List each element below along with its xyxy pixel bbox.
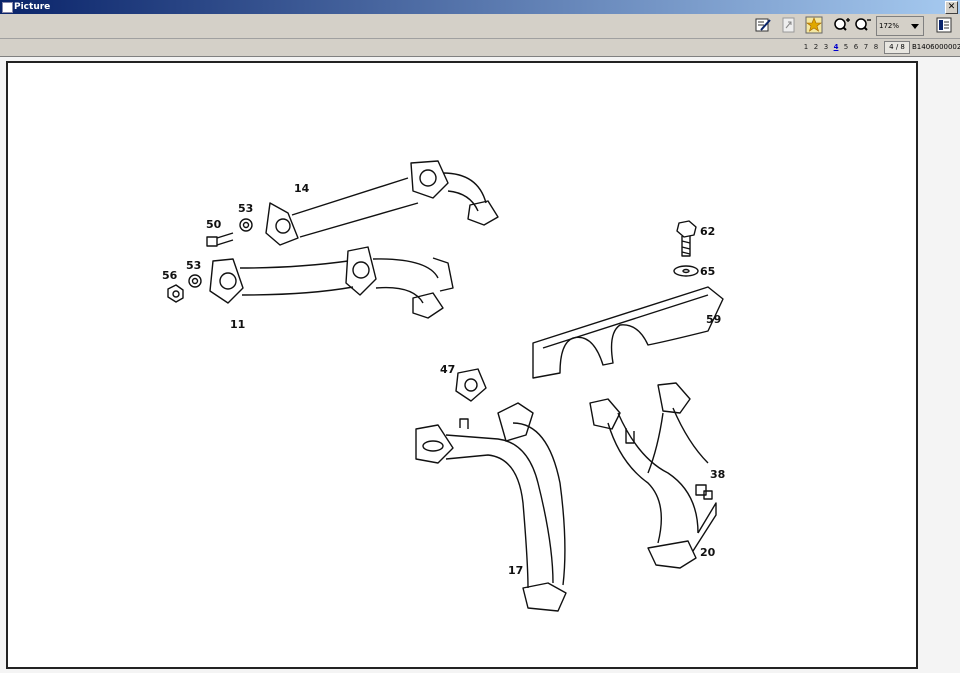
- part-label: 50: [206, 218, 222, 231]
- page-link[interactable]: 6: [851, 43, 861, 51]
- page-links: 12345678: [801, 43, 881, 51]
- page-link[interactable]: 7: [861, 43, 871, 51]
- part-label: 56: [162, 269, 178, 282]
- part-14-pipe: [265, 160, 499, 246]
- part-label: 14: [294, 182, 310, 195]
- viewer-area: 14 50 53 53 56 11 62 65 59 47 38 20 17: [0, 57, 960, 673]
- edit-icon[interactable]: [754, 16, 772, 34]
- parts-diagram[interactable]: 14 50 53 53 56 11 62 65 59 47 38 20 17: [6, 61, 918, 669]
- zoom-in-icon[interactable]: [833, 16, 851, 34]
- favorite-star-icon[interactable]: [805, 16, 823, 34]
- part-label: 65: [700, 265, 715, 278]
- gasket-47: [455, 368, 487, 402]
- heat-shield-59: [532, 286, 724, 379]
- toolbar: [0, 14, 960, 39]
- window-title: Picture: [14, 2, 51, 12]
- document-icon[interactable]: [935, 16, 953, 34]
- part-label: 59: [706, 313, 721, 326]
- part-label: 47: [440, 363, 455, 376]
- part-label: 62: [700, 225, 715, 238]
- part-label: 53: [238, 202, 253, 215]
- page-link[interactable]: 1: [801, 43, 811, 51]
- manifold-20: [589, 382, 717, 569]
- bolt-38: [695, 484, 713, 500]
- page-nav-bar: 12345678 4 / 8 B14060000021: [0, 39, 960, 57]
- chevron-down-icon: [911, 24, 919, 29]
- manifold-17: [415, 402, 567, 612]
- document-id: B14060000021: [912, 43, 960, 51]
- app-icon: [2, 2, 13, 13]
- part-label: 20: [700, 546, 716, 559]
- part-label: 11: [230, 318, 245, 331]
- part-label: 53: [186, 259, 201, 272]
- page-link[interactable]: 3: [821, 43, 831, 51]
- fastener-50: [206, 232, 234, 247]
- page-counter: 4 / 8: [884, 41, 910, 54]
- zoom-dropdown[interactable]: 172%: [876, 16, 924, 36]
- close-button[interactable]: ✕: [945, 1, 958, 14]
- title-bar: Picture ✕: [0, 0, 960, 14]
- bolt-62: [676, 220, 697, 257]
- page-link[interactable]: 8: [871, 43, 881, 51]
- page-link-current[interactable]: 4: [831, 43, 841, 51]
- washer-53b: [188, 274, 202, 288]
- washer-53a: [239, 218, 253, 232]
- zoom-out-icon[interactable]: [854, 16, 872, 34]
- exhaust-manifold-drawing: 14 50 53 53 56 11 62 65 59 47 38 20 17: [162, 160, 725, 612]
- part-11-pipe: [209, 246, 454, 319]
- nut-56: [167, 284, 184, 303]
- part-label: 38: [710, 468, 725, 481]
- zoom-value: 172%: [879, 22, 900, 30]
- page-link[interactable]: 5: [841, 43, 851, 51]
- page-link[interactable]: 2: [811, 43, 821, 51]
- fit-page-icon[interactable]: [780, 16, 798, 34]
- part-label: 17: [508, 564, 523, 577]
- washer-65: [673, 265, 699, 277]
